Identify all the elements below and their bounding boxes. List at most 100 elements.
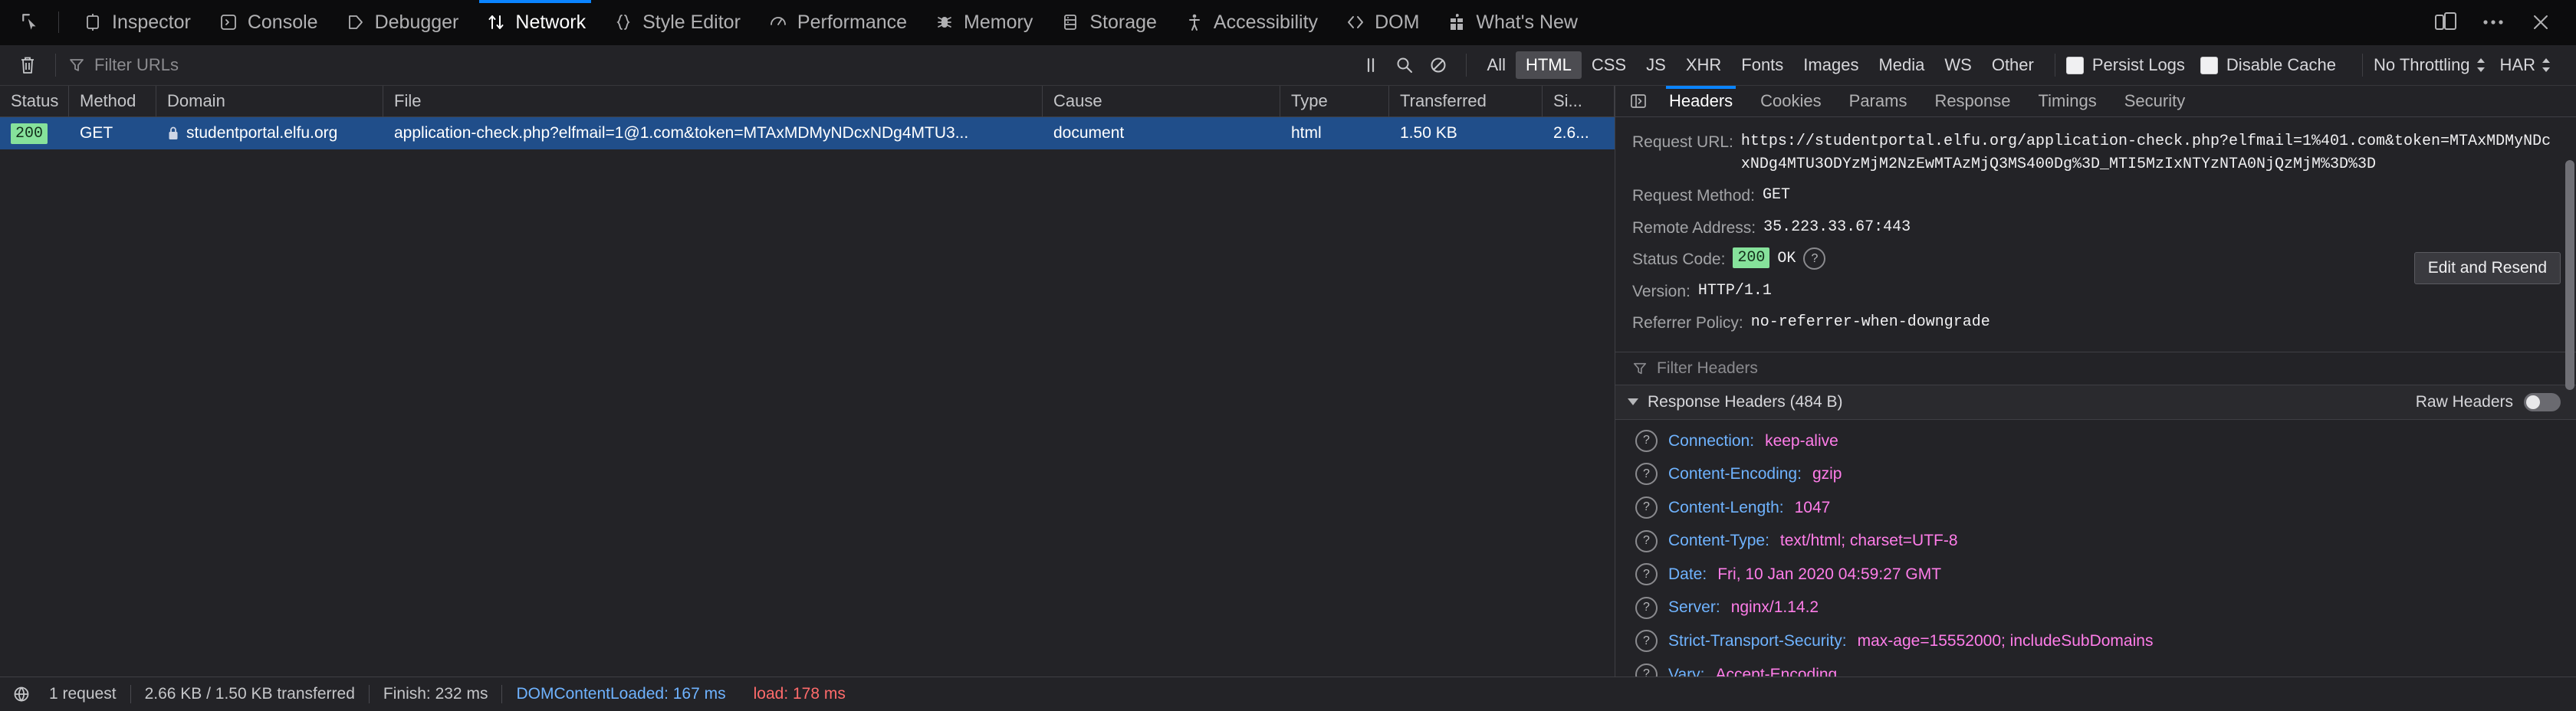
filter-headers-input[interactable]: Filter Headers <box>1615 351 2576 385</box>
tab-network[interactable]: Network <box>472 0 599 44</box>
search-icon[interactable] <box>1388 51 1421 79</box>
edit-and-resend-button[interactable]: Edit and Resend <box>2413 252 2561 284</box>
tab-debugger[interactable]: Debugger <box>331 0 472 44</box>
help-icon[interactable]: ? <box>1635 429 1658 452</box>
filter-type-media[interactable]: Media <box>1868 51 1934 79</box>
clear-requests-button[interactable] <box>11 51 44 79</box>
column-header-method[interactable]: Method <box>69 86 156 116</box>
close-icon[interactable] <box>2519 5 2562 39</box>
filter-type-images[interactable]: Images <box>1793 51 1868 79</box>
status-badge: 200 <box>11 123 48 144</box>
meatball-menu-icon[interactable] <box>2472 5 2515 39</box>
raw-headers-toggle[interactable] <box>2524 392 2561 411</box>
chevron-updown-icon <box>2476 57 2486 74</box>
help-icon[interactable]: ? <box>1635 463 1658 486</box>
filter-type-other[interactable]: Other <box>1982 51 2044 79</box>
header-row[interactable]: ? Vary: Accept-Encoding <box>1615 658 2576 677</box>
referrer-policy-label: Referrer Policy: <box>1632 314 1743 332</box>
version-value: HTTP/1.1 <box>1697 281 1772 300</box>
tab-performance[interactable]: Performance <box>754 0 920 44</box>
header-row[interactable]: ? Connection: keep-alive <box>1615 424 2576 458</box>
chevron-down-icon <box>1628 398 1638 405</box>
details-tab-security[interactable]: Security <box>2111 86 2199 116</box>
tab-storage[interactable]: Storage <box>1046 0 1170 44</box>
details-scroll-area: Request URL: https://studentportal.elfu.… <box>1615 117 2576 677</box>
tab-style-editor[interactable]: Style Editor <box>599 0 754 44</box>
tab-label: What's New <box>1476 11 1578 33</box>
filter-type-css[interactable]: CSS <box>1582 51 1636 79</box>
filter-type-html[interactable]: HTML <box>1515 51 1582 79</box>
block-icon[interactable] <box>1421 51 1455 79</box>
responsive-design-mode-icon[interactable] <box>2424 5 2467 39</box>
header-row[interactable]: ? Content-Type: text/html; charset=UTF-8 <box>1615 524 2576 558</box>
cell-type: html <box>1291 124 1322 142</box>
filter-type-all[interactable]: All <box>1477 51 1516 79</box>
har-dropdown[interactable]: HAR <box>2500 55 2551 75</box>
header-row[interactable]: ? Date: Fri, 10 Jan 2020 04:59:27 GMT <box>1615 558 2576 591</box>
tab-label: Network <box>515 11 586 33</box>
header-row[interactable]: ? Content-Encoding: gzip <box>1615 457 2576 491</box>
tab-memory[interactable]: Memory <box>920 0 1046 44</box>
header-row[interactable]: ? Server: nginx/1.14.2 <box>1615 591 2576 624</box>
column-header-size[interactable]: Si... <box>1543 86 1615 116</box>
table-row[interactable]: 200 GET studentportal.elfu.org applicati… <box>0 117 1615 149</box>
help-icon[interactable]: ? <box>1635 663 1658 677</box>
response-headers-list: ? Connection: keep-alive ? Content-Encod… <box>1615 420 2576 677</box>
column-header-status[interactable]: Status <box>0 86 69 116</box>
details-tab-cookies[interactable]: Cookies <box>1746 86 1835 116</box>
response-headers-section[interactable]: Response Headers (484 B) Raw Headers <box>1615 385 2576 420</box>
cell-transferred: 1.50 KB <box>1400 124 1457 142</box>
filter-type-fonts[interactable]: Fonts <box>1731 51 1793 79</box>
details-tab-bar: Headers Cookies Params Response Timings … <box>1615 86 2576 117</box>
disable-cache-checkbox[interactable]: Disable Cache <box>2200 55 2336 75</box>
performance-icon <box>767 11 790 34</box>
version-label: Version: <box>1632 282 1691 300</box>
help-icon[interactable]: ? <box>1635 630 1658 653</box>
cell-domain: studentportal.elfu.org <box>156 117 383 149</box>
tab-label: Performance <box>797 11 908 33</box>
help-icon[interactable]: ? <box>1635 496 1658 519</box>
details-tab-headers[interactable]: Headers <box>1655 86 1746 116</box>
request-list-pane: Status Method Domain File Cause Type Tra… <box>0 86 1615 677</box>
help-icon[interactable]: ? <box>1803 247 1826 270</box>
throttling-dropdown[interactable]: No Throttling <box>2374 55 2486 75</box>
column-header-cause[interactable]: Cause <box>1043 86 1280 116</box>
header-row[interactable]: ? Content-Length: 1047 <box>1615 491 2576 525</box>
disable-cache-label: Disable Cache <box>2226 55 2336 74</box>
header-name: Strict-Transport-Security: <box>1668 632 1847 650</box>
filter-type-xhr[interactable]: XHR <box>1676 51 1731 79</box>
details-tab-timings[interactable]: Timings <box>2025 86 2111 116</box>
column-header-transferred[interactable]: Transferred <box>1389 86 1543 116</box>
header-value: Fri, 10 Jan 2020 04:59:27 GMT <box>1717 565 1942 583</box>
filter-type-ws[interactable]: WS <box>1934 51 1981 79</box>
tab-accessibility[interactable]: Accessibility <box>1170 0 1331 44</box>
memory-icon <box>933 11 956 34</box>
request-method-label: Request Method: <box>1632 187 1755 205</box>
network-status-icon[interactable] <box>12 685 35 703</box>
header-row[interactable]: ? Strict-Transport-Security: max-age=155… <box>1615 624 2576 658</box>
tab-console[interactable]: Console <box>204 0 331 44</box>
help-icon[interactable]: ? <box>1635 563 1658 586</box>
filter-type-js[interactable]: JS <box>1636 51 1676 79</box>
details-scrollbar[interactable] <box>2565 160 2574 390</box>
element-picker-button[interactable] <box>12 5 49 39</box>
column-header-type[interactable]: Type <box>1280 86 1389 116</box>
panel-toggle-icon[interactable] <box>1622 86 1655 116</box>
details-tab-params[interactable]: Params <box>1835 86 1921 116</box>
help-icon[interactable]: ? <box>1635 596 1658 619</box>
tab-inspector[interactable]: Inspector <box>68 0 204 44</box>
cell-size: 2.6... <box>1553 124 1589 142</box>
column-header-domain[interactable]: Domain <box>156 86 383 116</box>
help-icon[interactable]: ? <box>1635 529 1658 552</box>
details-tab-response[interactable]: Response <box>1921 86 2024 116</box>
filter-urls-input[interactable]: Filter URLs <box>67 51 1354 79</box>
column-header-file[interactable]: File <box>383 86 1043 116</box>
header-name: Date: <box>1668 565 1707 583</box>
persist-logs-checkbox[interactable]: Persist Logs <box>2065 55 2185 75</box>
tab-dom[interactable]: DOM <box>1331 0 1432 44</box>
status-code-text: OK <box>1777 250 1796 267</box>
tab-whats-new[interactable]: What's New <box>1432 0 1591 44</box>
pause-button[interactable] <box>1354 51 1388 79</box>
har-value: HAR <box>2499 55 2535 74</box>
tab-label: Debugger <box>374 11 459 33</box>
